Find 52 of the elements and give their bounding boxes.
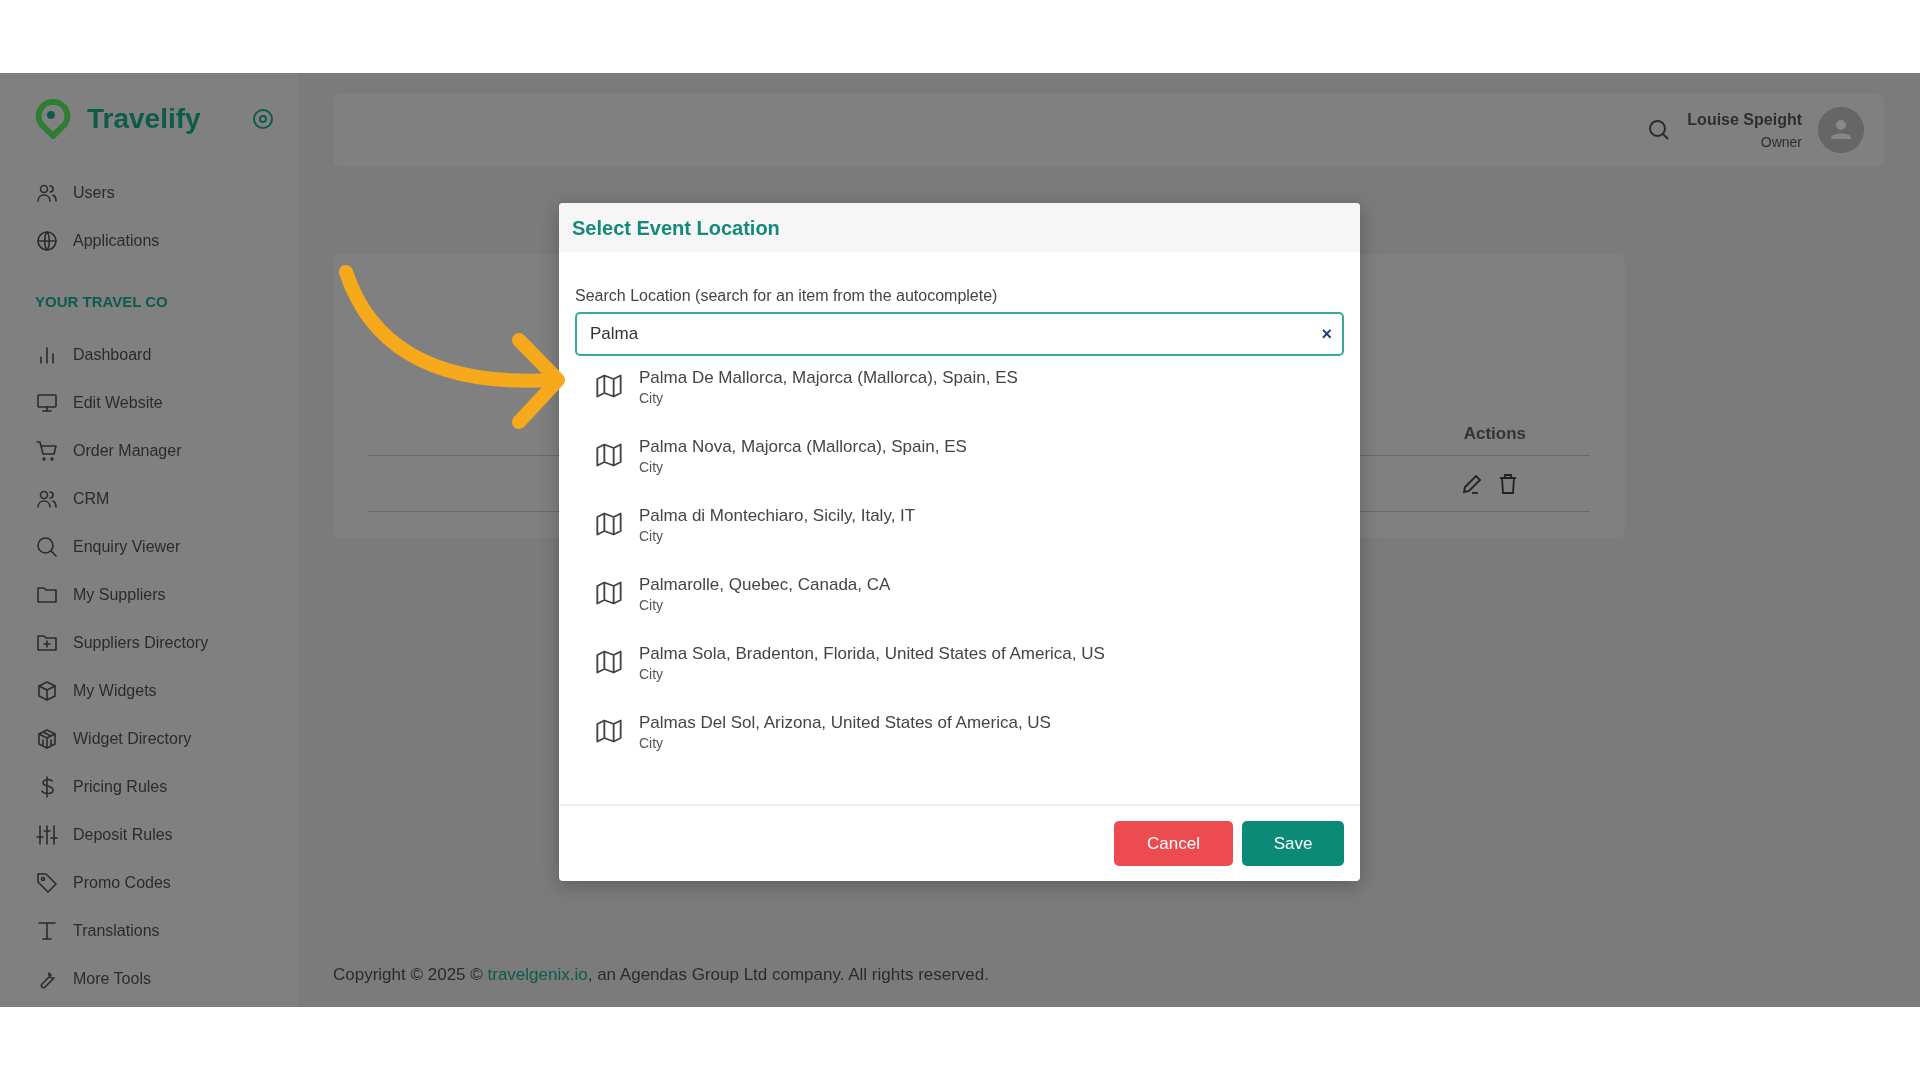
sidebar-link[interactable]: Suppliers Directory: [73, 631, 209, 655]
field-label: Search Location (search for an item from the autocomplete): [575, 286, 999, 306]
cart-icon: [35, 439, 59, 463]
search-field[interactable]: Palma ×: [575, 312, 1344, 356]
sidebar-link[interactable]: Promo Codes: [73, 871, 171, 895]
sidebar-link[interactable]: CRM: [73, 487, 110, 511]
clear-button[interactable]: ×: [1321, 325, 1332, 343]
user-name: Louise Speight: [1687, 109, 1802, 130]
map-icon: [595, 510, 623, 538]
brand-name: Travelify: [87, 102, 201, 136]
sidebar-link[interactable]: Applications: [73, 229, 160, 253]
result-item[interactable]: Palma Sola, Bradenton, Florida, United States of America, US City: [575, 636, 1344, 705]
result-item[interactable]: Palma De Mallorca, Majorca (Mallorca), Spain, ES City: [575, 360, 1344, 429]
result-item[interactable]: Palma Nova, Majorca (Mallorca), Spain, ES City: [575, 429, 1344, 498]
website-link[interactable]: travelgenix.io: [487, 964, 588, 984]
cancel-button[interactable]: Cancel: [1114, 821, 1233, 866]
sliders-icon: [35, 823, 59, 847]
text-icon: [35, 919, 59, 943]
sidebar-link[interactable]: Deposit Rules: [73, 823, 173, 847]
sidebar-link[interactable]: Users: [73, 181, 115, 205]
sidebar-link[interactable]: Edit Website: [73, 391, 163, 415]
section-heading: YOUR TRAVEL CO: [35, 291, 168, 312]
globe-icon: [35, 229, 59, 253]
result-item[interactable]: Palmas Del Sol, Arizona, United States of America, US City: [575, 705, 1344, 774]
map-icon: [595, 648, 623, 676]
sidebar-link[interactable]: Pricing Rules: [73, 775, 168, 799]
sidebar-link[interactable]: Enquiry Viewer: [73, 535, 181, 559]
dialog-title: Select Event Location: [572, 215, 780, 241]
search-icon: [35, 535, 59, 559]
target-icon[interactable]: [252, 108, 274, 130]
cubes-icon: [35, 727, 59, 751]
sidebar-link[interactable]: More Tools: [73, 967, 151, 991]
tag-icon: [35, 871, 59, 895]
map-icon: [595, 717, 623, 745]
sidebar-link[interactable]: My Widgets: [73, 679, 157, 703]
sidebar-link[interactable]: Translations: [73, 919, 160, 943]
sidebar-link[interactable]: Dashboard: [73, 343, 152, 367]
sidebar-link[interactable]: My Suppliers: [73, 583, 166, 607]
cube-icon: [35, 679, 59, 703]
result-item[interactable]: Palmarolle, Quebec, Canada, CA City: [575, 567, 1344, 636]
column-header: Actions: [1463, 422, 1526, 445]
user-role: Owner: [1759, 132, 1802, 152]
result-item[interactable]: Palma di Montechiaro, Sicily, Italy, IT City: [575, 498, 1344, 567]
map-icon: [595, 372, 623, 400]
monitor-icon: [35, 391, 59, 415]
sidebar-link[interactable]: Widget Directory: [73, 727, 192, 751]
save-button[interactable]: Save: [1242, 821, 1344, 866]
map-icon: [595, 441, 623, 469]
copyright-text: Copyright © 2025 © travelgenix.io, an Agendas Group Ltd company. All rights reserved.: [333, 963, 990, 986]
logo-icon: [35, 99, 71, 139]
sidebar-link[interactable]: Order Manager: [73, 439, 182, 463]
map-icon: [595, 579, 623, 607]
